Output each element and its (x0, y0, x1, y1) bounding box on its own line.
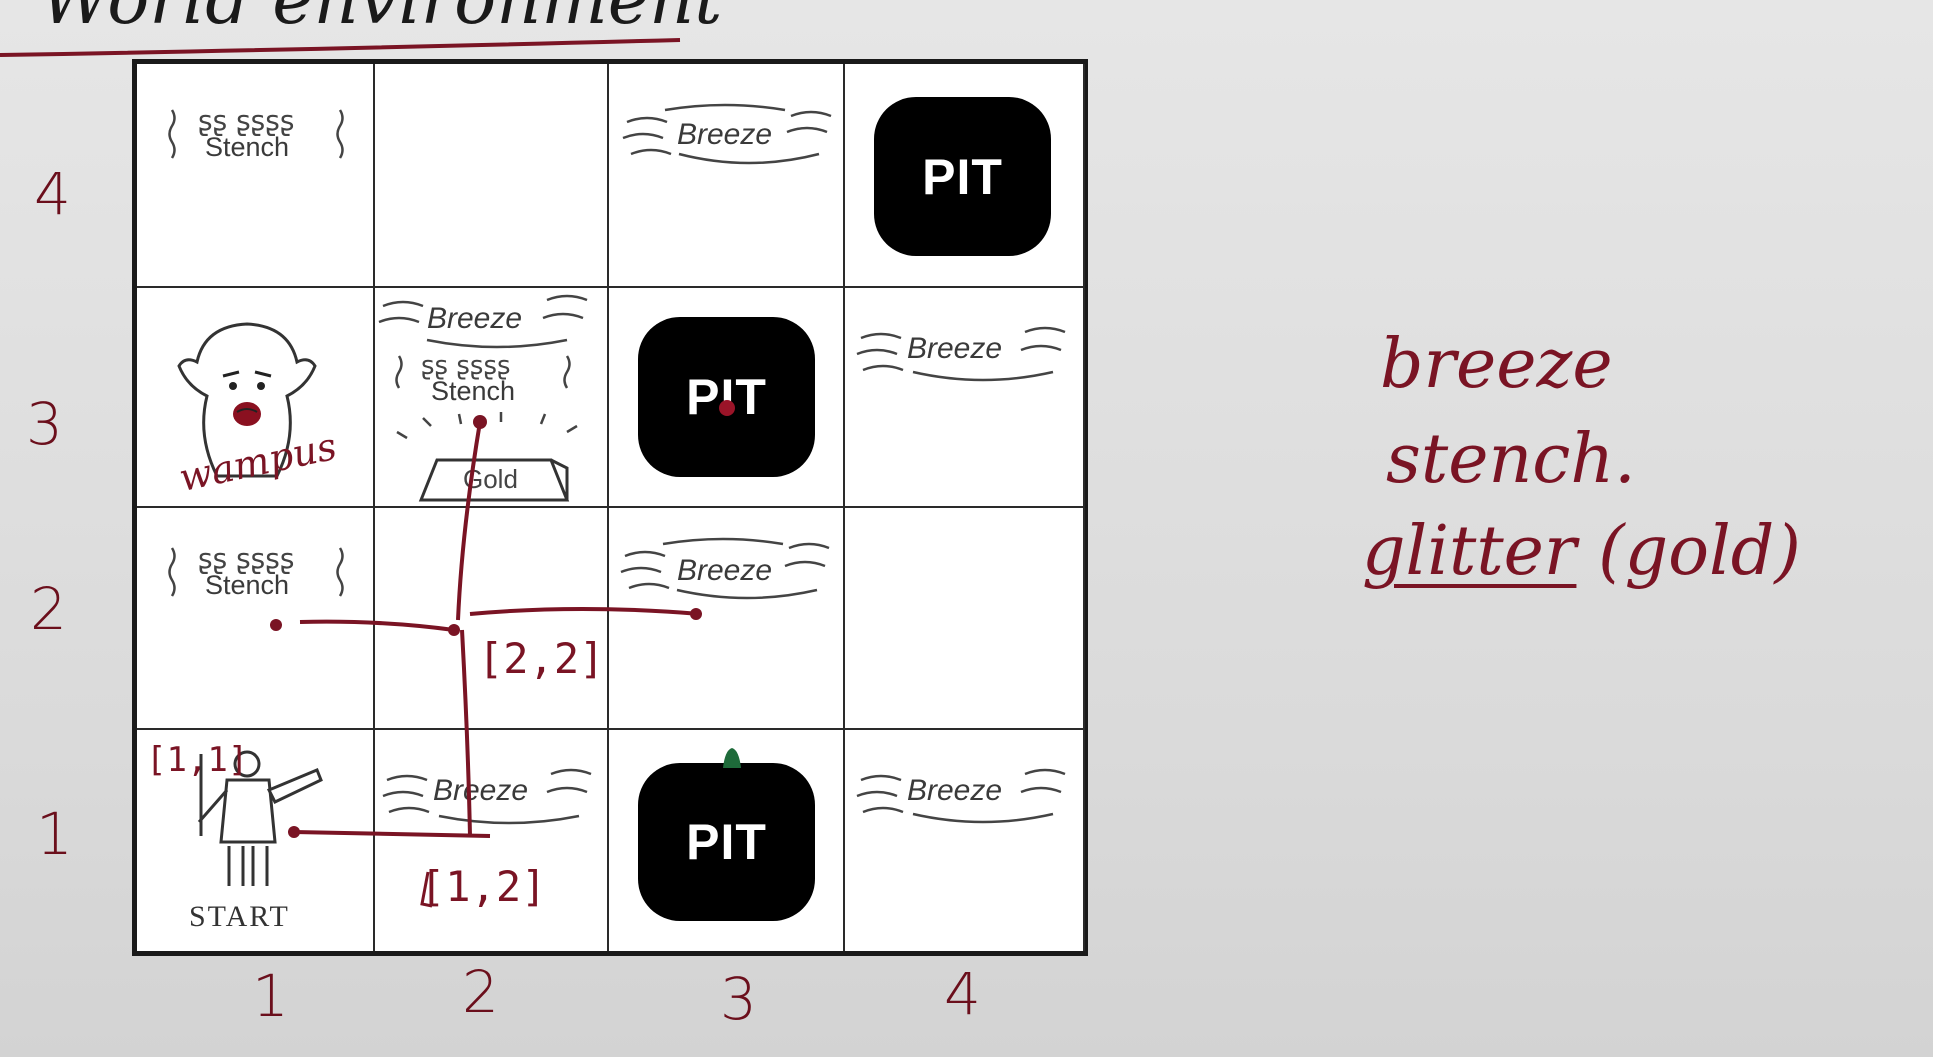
cell-1-2-annotation: [1,2] (420, 862, 547, 911)
note-breeze: breeze (1380, 325, 1613, 404)
cell-2-2-annotation: [2,2] (478, 634, 605, 683)
note-glitter-gold: glitter (gold) (1362, 512, 1801, 591)
note-gold: (gold) (1598, 512, 1801, 591)
cell-1-1-annotation: [1,1] (146, 740, 249, 780)
note-glitter: glitter (1362, 512, 1577, 591)
note-stench: stench. (1386, 420, 1636, 499)
